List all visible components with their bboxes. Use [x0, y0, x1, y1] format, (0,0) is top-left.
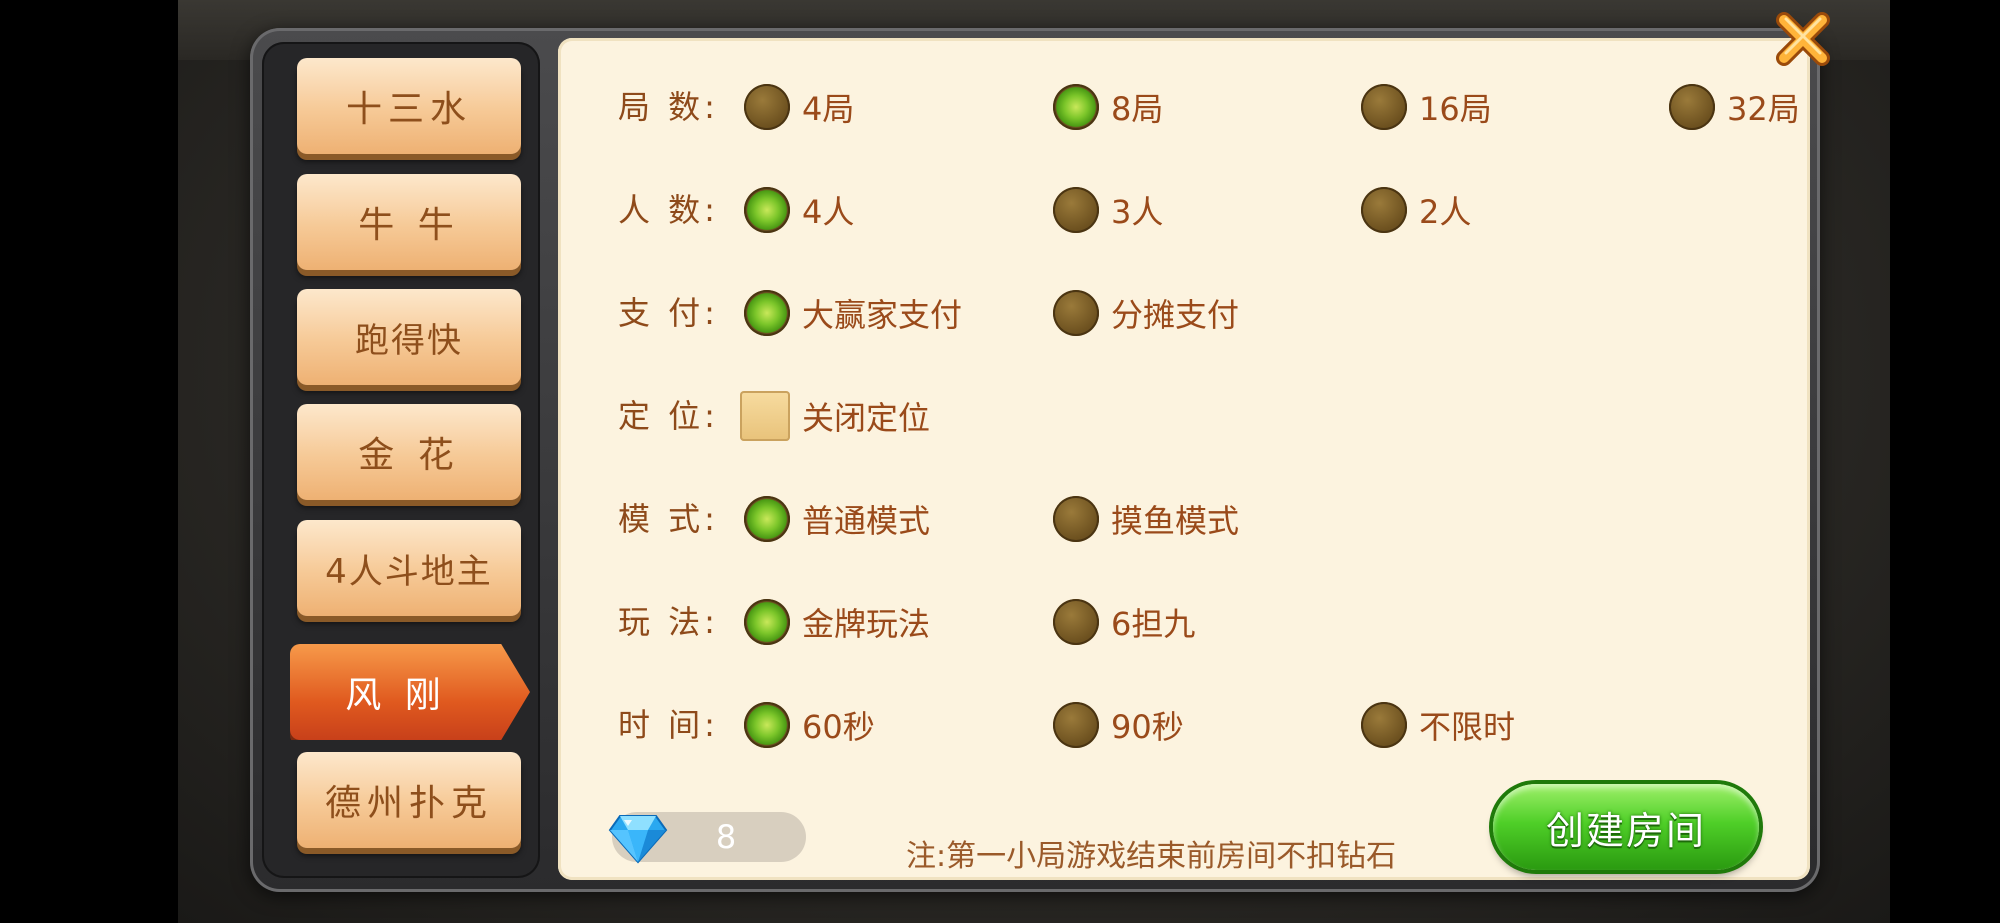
radio-icon: [1361, 187, 1407, 233]
diamond-note: 注:第一小局游戏结束前房间不扣钻石: [906, 839, 1397, 874]
rounds-label: 局 数:: [618, 88, 719, 126]
sidebar-item-4p-doudizhu[interactable]: 4人斗地主: [297, 520, 521, 616]
radio-selected-icon: [744, 290, 790, 336]
radio-icon: [1053, 187, 1099, 233]
radio-icon: [1361, 702, 1407, 748]
rounds-option-8[interactable]: 8局: [1053, 77, 1163, 137]
gameplay-label: 玩 法:: [618, 603, 719, 641]
create-room-button[interactable]: 创建房间: [1493, 784, 1759, 870]
gameplay-option-6danjiu[interactable]: 6担九: [1053, 592, 1195, 652]
time-label: 时 间:: [618, 706, 719, 744]
radio-selected-icon: [1053, 84, 1099, 130]
checkbox-icon: [740, 391, 790, 441]
location-label: 定 位:: [618, 397, 719, 435]
rounds-option-4[interactable]: 4局: [744, 77, 854, 137]
players-label: 人 数:: [618, 191, 719, 229]
option-label: 8局: [1111, 90, 1164, 128]
option-label: 普通模式: [802, 502, 931, 540]
option-label: 大赢家支付: [802, 296, 963, 334]
payment-option-split[interactable]: 分摊支付: [1053, 283, 1239, 343]
sidebar-item-fenggang[interactable]: 风 刚: [290, 644, 530, 740]
radio-selected-icon: [744, 702, 790, 748]
option-label: 32局: [1727, 90, 1800, 128]
radio-icon: [744, 84, 790, 130]
option-label: 6担九: [1111, 605, 1196, 643]
radio-selected-icon: [744, 187, 790, 233]
time-option-90[interactable]: 90秒: [1053, 695, 1184, 755]
sidebar-item-texas-poker[interactable]: 德州扑克: [297, 752, 521, 848]
sidebar-item-paodekuai[interactable]: 跑得快: [297, 289, 521, 385]
radio-selected-icon: [744, 599, 790, 645]
option-label: 60秒: [802, 708, 875, 746]
radio-icon: [1053, 290, 1099, 336]
location-checkbox[interactable]: 关闭定位: [740, 386, 930, 446]
radio-icon: [1053, 496, 1099, 542]
option-label: 不限时: [1419, 708, 1516, 746]
radio-selected-icon: [744, 496, 790, 542]
players-option-2[interactable]: 2人: [1361, 180, 1471, 240]
sidebar-item-shisanshui[interactable]: 十三水: [297, 58, 521, 154]
rounds-option-32[interactable]: 32局: [1669, 77, 1800, 137]
radio-icon: [1669, 84, 1715, 130]
diamond-count: 8: [715, 818, 737, 856]
mode-option-moyu[interactable]: 摸鱼模式: [1053, 489, 1239, 549]
time-option-unlimited[interactable]: 不限时: [1361, 695, 1515, 755]
option-label: 2人: [1419, 193, 1472, 231]
option-label: 摸鱼模式: [1111, 502, 1240, 540]
mode-option-normal[interactable]: 普通模式: [744, 489, 930, 549]
sidebar-item-jinhua[interactable]: 金 花: [297, 404, 521, 500]
option-label: 金牌玩法: [802, 605, 931, 643]
option-label: 分摊支付: [1111, 296, 1240, 334]
mode-label: 模 式:: [618, 500, 719, 538]
radio-icon: [1361, 84, 1407, 130]
time-option-60[interactable]: 60秒: [744, 695, 875, 755]
gameplay-option-gold[interactable]: 金牌玩法: [744, 592, 930, 652]
close-icon[interactable]: [1772, 8, 1834, 70]
payment-label: 支 付:: [618, 294, 719, 332]
sidebar-item-niuniu[interactable]: 牛 牛: [297, 174, 521, 270]
payment-option-winner[interactable]: 大赢家支付: [744, 283, 962, 343]
radio-icon: [1053, 702, 1099, 748]
option-label: 16局: [1419, 90, 1492, 128]
option-label: 关闭定位: [802, 399, 931, 437]
option-label: 3人: [1111, 193, 1164, 231]
option-label: 4局: [802, 90, 855, 128]
game-type-sidebar: 十三水 牛 牛 跑得快 金 花 4人斗地主 风 刚 德州扑克: [262, 42, 540, 878]
diamond-icon: [608, 815, 668, 864]
rounds-option-16[interactable]: 16局: [1361, 77, 1492, 137]
radio-icon: [1053, 599, 1099, 645]
players-option-3[interactable]: 3人: [1053, 180, 1163, 240]
players-option-4[interactable]: 4人: [744, 180, 854, 240]
option-label: 90秒: [1111, 708, 1184, 746]
option-label: 4人: [802, 193, 855, 231]
